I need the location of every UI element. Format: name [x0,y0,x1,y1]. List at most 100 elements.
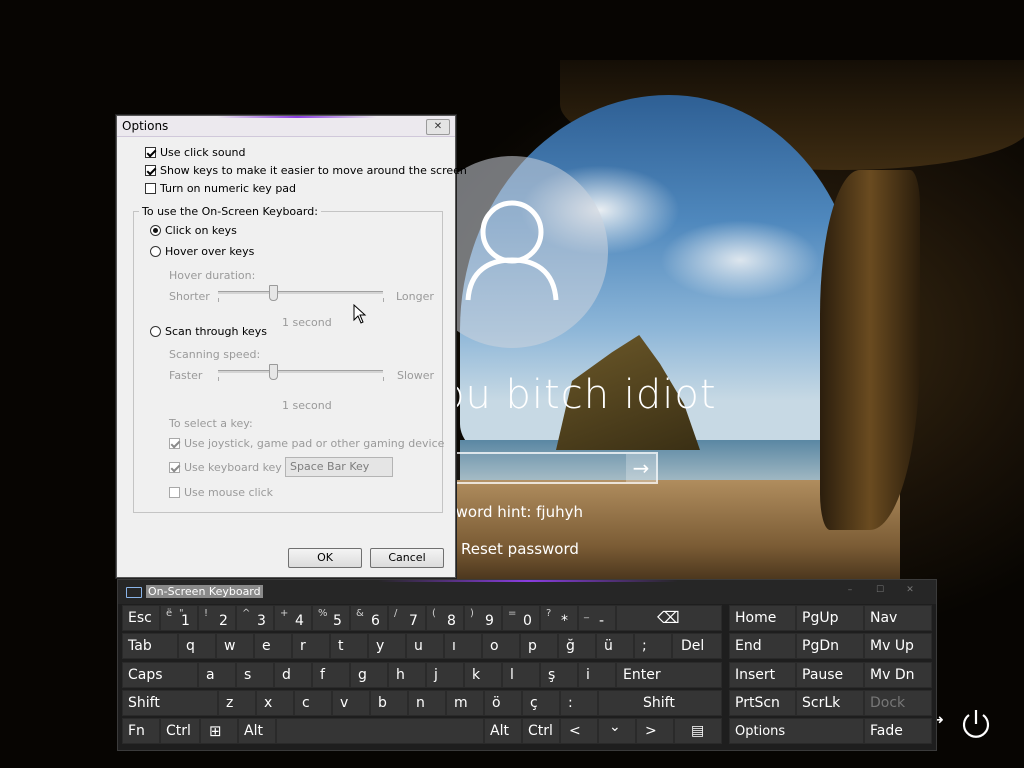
key-8[interactable]: (8 [426,605,464,631]
key-down-arrow[interactable]: ⌄ [598,718,636,744]
key-ctrl-right[interactable]: Ctrl [522,718,560,744]
key-esc[interactable]: Esc [122,605,160,631]
close-button[interactable]: ✕ [426,119,450,135]
key-g-breve[interactable]: ğ [558,633,596,659]
key-alt-right[interactable]: Alt [484,718,522,744]
key-minus[interactable]: _ - [578,605,616,631]
key-o[interactable]: o [482,633,520,659]
key-7[interactable]: /7 [388,605,426,631]
key-j[interactable]: j [426,662,464,688]
key-shift-right[interactable]: Shift [598,690,722,716]
key-end[interactable]: End [729,633,796,659]
key-colon[interactable]: : [560,690,598,716]
key-e[interactable]: e [254,633,292,659]
key-b[interactable]: b [370,690,408,716]
key-fn[interactable]: Fn [122,718,160,744]
key-y[interactable]: y [368,633,406,659]
key-semicolon[interactable]: ; [634,633,672,659]
key-n[interactable]: n [408,690,446,716]
key-enter[interactable]: Enter [616,662,722,688]
hover-duration-slider[interactable] [218,291,383,294]
key-6[interactable]: & 6 [350,605,388,631]
key-g[interactable]: g [350,662,388,688]
use-keyboard-key-checkbox[interactable]: Use keyboard key [169,461,282,474]
key-d[interactable]: d [274,662,312,688]
key-del[interactable]: Del [672,633,722,659]
key-prtscn[interactable]: PrtScn [729,690,796,716]
key-space[interactable] [276,718,484,744]
scanning-speed-slider-thumb[interactable] [269,364,278,380]
key-z[interactable]: z [218,690,256,716]
key-home[interactable]: Home [729,605,796,631]
use-click-sound-checkbox[interactable]: Use click sound [145,146,246,159]
scanning-speed-slider[interactable] [218,370,383,373]
reset-password-link[interactable]: Reset password [461,540,579,558]
key-s-cedilla[interactable]: ş [540,662,578,688]
key-fade[interactable]: Fade [864,718,932,744]
hover-duration-slider-thumb[interactable] [269,285,278,301]
key-t[interactable]: t [330,633,368,659]
key-nav[interactable]: Nav [864,605,932,631]
key-3[interactable]: ^ 3 [236,605,274,631]
key-insert[interactable]: Insert [729,662,796,688]
power-button[interactable] [958,706,994,742]
maximize-button[interactable]: ☐ [866,586,894,595]
key-0[interactable]: = 0 [502,605,540,631]
close-button[interactable]: ✕ [896,586,924,595]
key-w[interactable]: w [216,633,254,659]
key-shift-left[interactable]: Shift [122,690,218,716]
key-caps[interactable]: Caps [122,662,198,688]
scan-through-keys-radio[interactable]: Scan through keys [150,325,267,338]
key-s[interactable]: s [236,662,274,688]
cancel-button[interactable]: Cancel [370,548,444,568]
key-pgdn[interactable]: PgDn [796,633,864,659]
key-f[interactable]: f [312,662,350,688]
key-2[interactable]: ! 2 [198,605,236,631]
key-k[interactable]: k [464,662,502,688]
key-a[interactable]: a [198,662,236,688]
key-windows[interactable]: ⊞ [200,718,238,744]
key-left-arrow[interactable]: < [560,718,598,744]
key-v[interactable]: v [332,690,370,716]
key-ctrl-left[interactable]: Ctrl [160,718,200,744]
key-9[interactable]: ) 9 [464,605,502,631]
ok-button[interactable]: OK [288,548,362,568]
key-right-arrow[interactable]: > [636,718,674,744]
key-5[interactable]: % 5 [312,605,350,631]
key-scrlk[interactable]: ScrLk [796,690,864,716]
numeric-keypad-checkbox[interactable]: Turn on numeric key pad [145,182,296,195]
key-h[interactable]: h [388,662,426,688]
key-p[interactable]: p [520,633,558,659]
click-on-keys-radio[interactable]: Click on keys [150,224,237,237]
key-c[interactable]: c [294,690,332,716]
key-dotted-i[interactable]: i [578,662,616,688]
osk-titlebar[interactable]: On-Screen Keyboard – ☐ ✕ [118,580,936,604]
key-pause[interactable]: Pause [796,662,864,688]
key-tab[interactable]: Tab [122,633,178,659]
options-titlebar[interactable]: Options ✕ [117,116,455,137]
key-1[interactable]: ë " 1 [160,605,198,631]
key-backspace[interactable]: ⌫ [616,605,722,631]
key-c-cedilla[interactable]: ç [522,690,560,716]
key-u-umlaut[interactable]: ü [596,633,634,659]
key-u[interactable]: u [406,633,444,659]
key-pgup[interactable]: PgUp [796,605,864,631]
key-x[interactable]: x [256,690,294,716]
key-4[interactable]: +4 [274,605,312,631]
key-m[interactable]: m [446,690,484,716]
key-asterisk[interactable]: ? * [540,605,578,631]
key-dock[interactable]: Dock [864,690,932,716]
submit-arrow-button[interactable]: → [626,454,656,482]
key-alt-left[interactable]: Alt [238,718,276,744]
key-mv-up[interactable]: Mv Up [864,633,932,659]
key-l[interactable]: l [502,662,540,688]
minimize-button[interactable]: – [836,586,864,595]
key-menu[interactable]: ▤ [674,718,722,744]
hover-over-keys-radio[interactable]: Hover over keys [150,245,254,258]
key-q[interactable]: q [178,633,216,659]
key-options[interactable]: Options [729,718,864,744]
key-mv-dn[interactable]: Mv Dn [864,662,932,688]
key-dotless-i[interactable]: ı [444,633,482,659]
use-mouse-click-checkbox[interactable]: Use mouse click [169,486,273,499]
keyboard-key-select-button[interactable]: Space Bar Key [285,457,393,477]
